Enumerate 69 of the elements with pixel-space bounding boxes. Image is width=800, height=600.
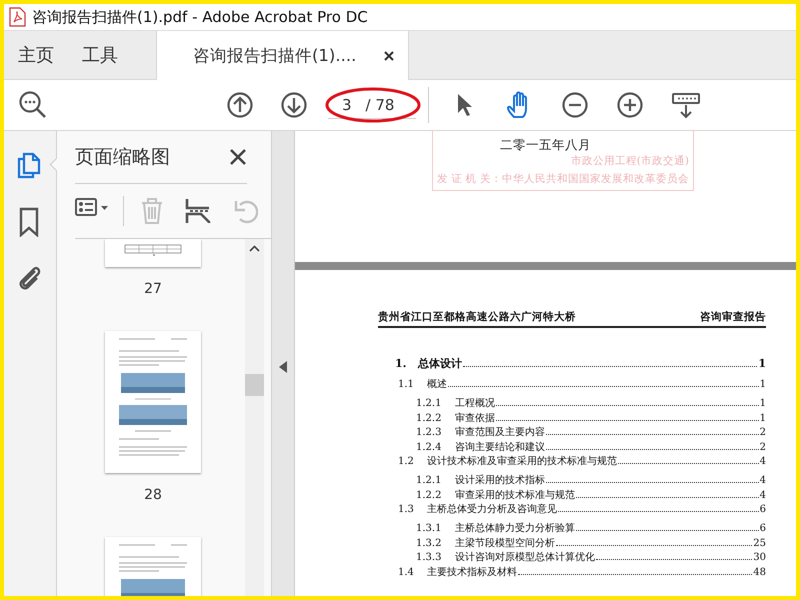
search-icon[interactable] xyxy=(18,90,48,120)
toc-title[interactable]: 工程概况 xyxy=(455,396,495,410)
page-label: 27 xyxy=(144,281,162,297)
page-thumbnail[interactable] xyxy=(105,239,201,267)
toc-title[interactable]: 审查范围及主要内容 xyxy=(455,425,545,439)
toc-title[interactable]: 设计咨询对原模型总体计算优化 xyxy=(455,550,595,564)
toc-number: 1.3.1 xyxy=(416,523,442,534)
page-number-field[interactable]: 3 / 78 xyxy=(328,91,416,119)
toc-page: 4 xyxy=(760,456,766,467)
toc-title[interactable]: 总体设计 xyxy=(418,356,462,371)
toc-title[interactable]: 主要技术指标及材料 xyxy=(427,564,517,578)
toc-page: 1 xyxy=(760,379,766,390)
toc-page: 1 xyxy=(758,357,766,370)
toc-number: 1.2.1 xyxy=(416,398,442,409)
toc-page: 30 xyxy=(753,552,766,563)
toc-title[interactable]: 审查采用的技术标准与规范 xyxy=(455,488,575,502)
scroll-thumb[interactable] xyxy=(245,374,264,396)
tab[interactable]: 工具 xyxy=(68,31,132,79)
toc-page: 48 xyxy=(753,566,766,578)
page-thumbnail[interactable] xyxy=(105,331,201,473)
tab[interactable]: 主页 xyxy=(4,31,68,79)
page-header: 咨询审查报告 xyxy=(700,310,766,324)
toc-page: 1 xyxy=(760,412,766,424)
close-icon[interactable] xyxy=(229,148,247,166)
page-header: 贵州省江口至都格高速公路六广河特大桥 xyxy=(378,310,576,324)
toc-number: 1.2.1 xyxy=(416,475,442,486)
toc-title[interactable]: 主桥总体受力分析及咨询意见 xyxy=(427,502,557,516)
toc-page: 6 xyxy=(760,504,766,515)
toc-number: 1.4 xyxy=(398,566,415,578)
toc-title[interactable]: 设计技术标准及审查采用的技术标准与规范 xyxy=(427,454,617,468)
toc-number: 1.1 xyxy=(398,379,415,390)
extract-pages-icon[interactable] xyxy=(184,196,212,226)
toc-title[interactable]: 咨询主要结论和建议 xyxy=(455,440,545,454)
stamp-text: 发 证 机 关：中华人民共和国国家发展和改革委员会 xyxy=(437,172,689,186)
zoom-out-icon[interactable] xyxy=(561,91,589,119)
toc-title[interactable]: 概述 xyxy=(427,377,447,391)
scroll-mode-icon[interactable] xyxy=(671,90,701,120)
page-label: 28 xyxy=(144,487,162,503)
toc-page: 2 xyxy=(760,427,766,438)
toc-title[interactable]: 设计采用的技术指标 xyxy=(455,473,545,487)
toc-page: 1 xyxy=(760,398,766,409)
pdf-file-icon xyxy=(8,7,26,27)
panel-title: 页面缩略图 xyxy=(75,145,170,170)
toc-page: 6 xyxy=(760,523,766,534)
toc-number: 1.2.3 xyxy=(416,427,442,438)
toc-number: 1.3.2 xyxy=(416,538,442,548)
zoom-in-icon[interactable] xyxy=(616,91,644,119)
document-date: 二零一五年八月 xyxy=(500,137,591,153)
toc-page: 4 xyxy=(760,475,766,486)
toc-number: 1.2 xyxy=(398,456,415,467)
toc-page: 4 xyxy=(760,490,766,500)
toc-number: 1.2.2 xyxy=(416,490,442,500)
toc-number: 1.2.2 xyxy=(416,412,442,424)
toc-title[interactable]: 主梁节段模型空间分析 xyxy=(455,536,555,550)
toc-number: 1. xyxy=(395,357,408,370)
collapse-icon[interactable] xyxy=(279,360,287,372)
window-title: 咨询报告扫描件(1).pdf - Adobe Acrobat Pro DC xyxy=(32,8,368,26)
stamp-text: 市政公用工程(市政交通) xyxy=(570,154,689,168)
scrollbar[interactable] xyxy=(245,239,264,596)
tab[interactable]: 咨询报告扫描件(1).... xyxy=(156,31,410,80)
toc-number: 1.3.3 xyxy=(416,552,442,563)
toc-number: 1.2.4 xyxy=(416,442,442,452)
toc-title[interactable]: 审查依据 xyxy=(455,410,495,424)
toc-page: 25 xyxy=(753,538,766,548)
toc-title[interactable]: 主桥总体静力受力分析验算 xyxy=(455,521,575,535)
page-count: / 78 xyxy=(366,96,394,114)
toc-page: 2 xyxy=(760,442,766,452)
toc-number: 1.3 xyxy=(398,504,415,515)
close-icon[interactable] xyxy=(384,50,394,60)
